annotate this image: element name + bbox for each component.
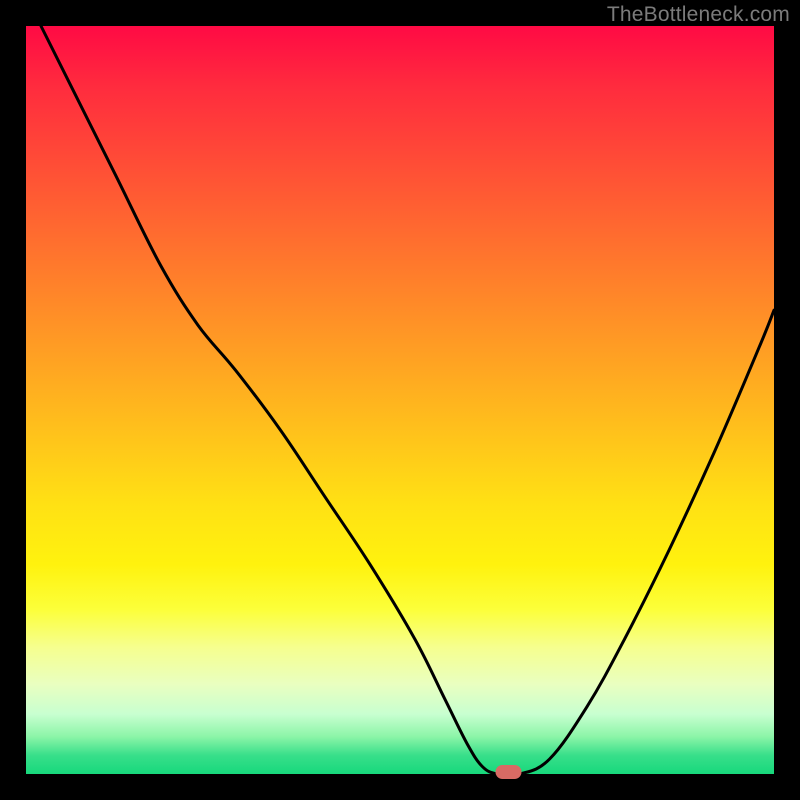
- chart-frame: TheBottleneck.com: [0, 0, 800, 800]
- plot-area: [26, 26, 774, 774]
- optimal-marker: [496, 765, 522, 779]
- watermark-text: TheBottleneck.com: [607, 3, 790, 27]
- chart-svg: [26, 26, 774, 774]
- bottleneck-curve: [41, 26, 774, 776]
